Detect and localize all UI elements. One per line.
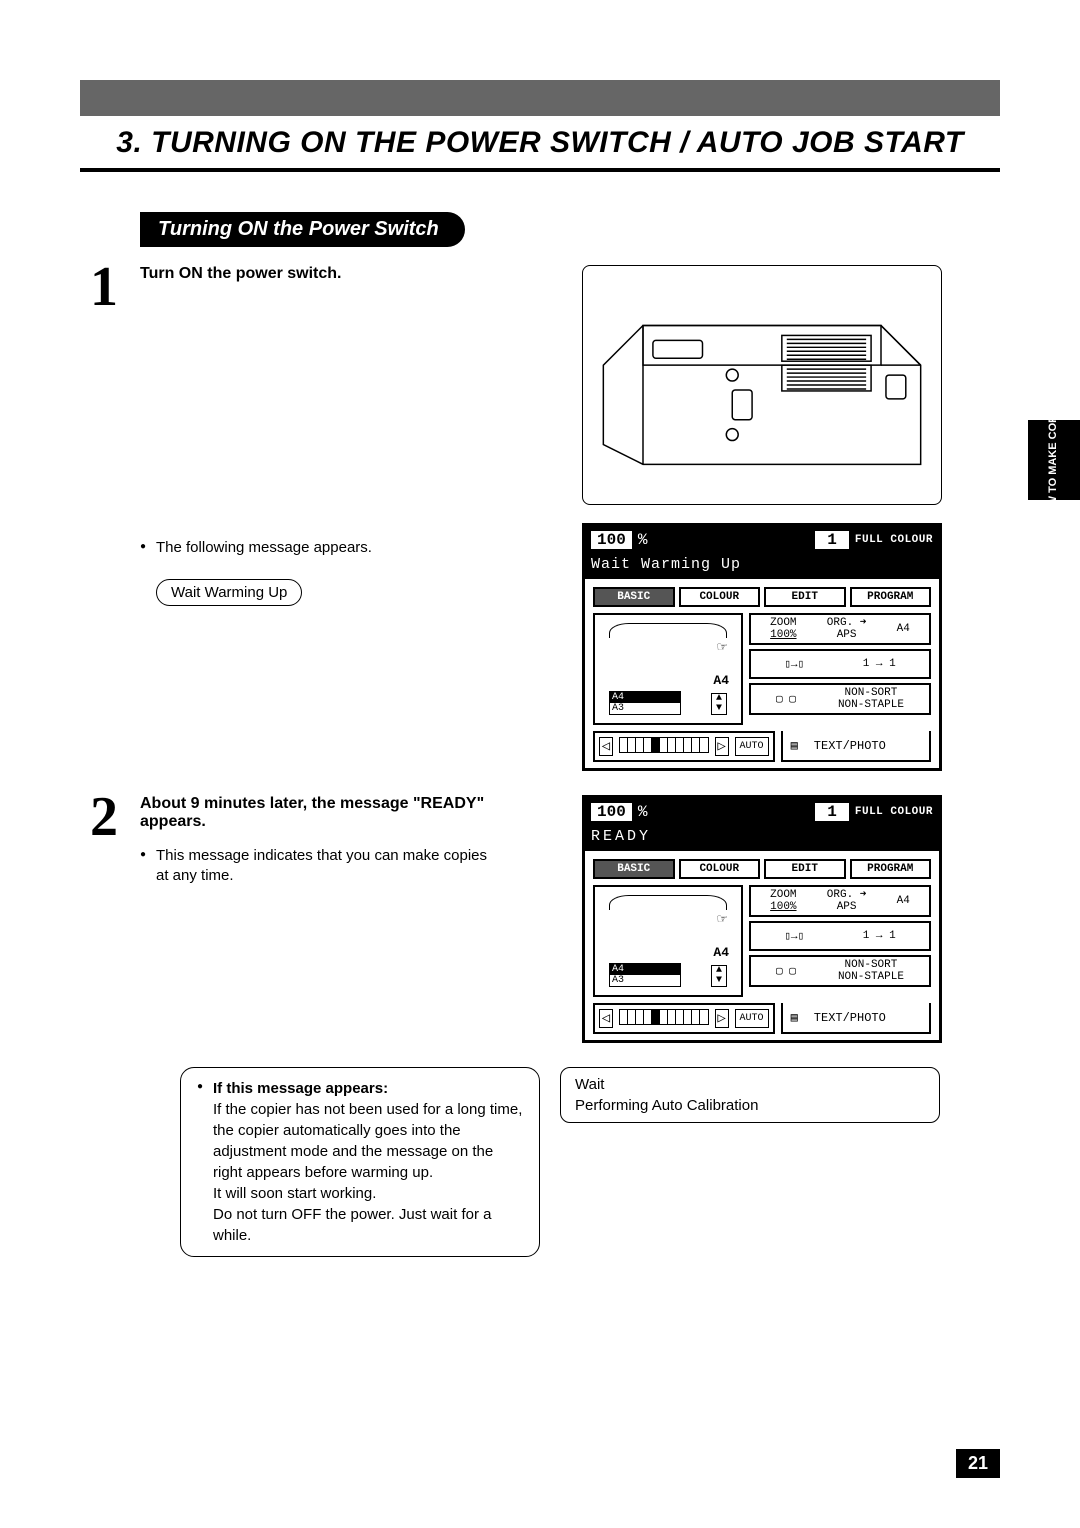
lcd-percent-sign-2: %: [638, 803, 648, 821]
lcd-a4-small: A4: [897, 623, 910, 635]
lcd-full-colour: FULL COLOUR: [855, 534, 933, 546]
lcd-percent-sign: %: [638, 531, 648, 549]
density-right-button[interactable]: ▷: [715, 737, 729, 756]
copier-illustration: [582, 265, 942, 505]
lcd-duplex-cell-2[interactable]: ▯→▯ 1 → 1: [749, 921, 931, 951]
lcd-preview-2: ☞ A4 A4 A3 ▲▼: [593, 885, 743, 997]
tray-out-icon-2: ▢ ▢: [776, 964, 796, 978]
lcd-copy-count-2: 1: [815, 803, 849, 821]
lcd-tab-program-2[interactable]: PROGRAM: [850, 859, 932, 879]
lcd-aps: APS: [837, 629, 857, 641]
lcd-textphoto[interactable]: TEXT/PHOTO: [814, 739, 886, 753]
chapter-title-text: TURNING ON THE POWER SWITCH / AUTO JOB S…: [151, 126, 964, 159]
lcd-tab-edit[interactable]: EDIT: [764, 587, 846, 607]
density-slider[interactable]: [619, 737, 709, 753]
lcd-tab-colour-2[interactable]: COLOUR: [679, 859, 761, 879]
lcd-tab-basic-2[interactable]: BASIC: [593, 859, 675, 879]
wait-calibration-box: Wait Performing Auto Calibration: [560, 1067, 940, 1123]
density-right-button-2[interactable]: ▷: [715, 1009, 729, 1028]
lcd-tab-basic[interactable]: BASIC: [593, 587, 675, 607]
step-1-heading: Turn ON the power switch.: [140, 265, 500, 283]
lcd-one-to-one-2: 1 → 1: [863, 930, 896, 942]
step-number-1: 1: [90, 259, 118, 315]
wait-line-1: Wait: [575, 1074, 925, 1095]
lcd-org-label-2: ORG. ➜: [827, 889, 867, 901]
lcd-a4-label: A4: [713, 673, 729, 688]
lcd-textphoto-2[interactable]: TEXT/PHOTO: [814, 1011, 886, 1025]
wait-warming-bubble: Wait Warming Up: [156, 579, 302, 606]
note-body-2: It will soon start working.: [213, 1183, 523, 1204]
lcd-zoom-100-2: 100%: [770, 901, 796, 913]
section-heading: Turning ON the Power Switch: [140, 212, 465, 247]
doc-mode-icon-2: ▤: [791, 1010, 798, 1025]
lcd-message-ready: READY: [585, 826, 939, 851]
note-box: If this message appears: If the copier h…: [180, 1067, 540, 1257]
lcd-nonstaple: NON-STAPLE: [838, 699, 904, 711]
lcd-tray-arrows: ▲▼: [711, 693, 727, 715]
density-left-button-2[interactable]: ◁: [599, 1009, 613, 1028]
lcd-zoom-label: ZOOM: [770, 617, 796, 629]
header-bar: [80, 80, 1000, 116]
lcd-nonsort-2: NON-SORT: [845, 959, 898, 971]
note-body-3: Do not turn OFF the power. Just wait for…: [213, 1204, 523, 1246]
lcd-tray-a3-2: A3: [609, 974, 681, 987]
page-icon: ▯→▯: [784, 657, 804, 671]
chapter-title: 3. TURNING ON THE POWER SWITCH / AUTO JO…: [80, 126, 1000, 160]
lcd-full-colour-2: FULL COLOUR: [855, 806, 933, 818]
lcd-zoom-100: 100%: [770, 629, 796, 641]
side-tab-text: HOW TO MAKE COPIES: [1048, 397, 1061, 522]
step-1-bullet: The following message appears.: [140, 538, 500, 558]
lcd-message-warming: Wait Warming Up: [585, 554, 939, 579]
hand-icon: ☞: [717, 637, 727, 657]
lcd-tray-arrows-2: ▲▼: [711, 965, 727, 987]
lcd-a4-label-2: A4: [713, 945, 729, 960]
tray-out-icon: ▢ ▢: [776, 692, 796, 706]
lcd-nonstaple-2: NON-STAPLE: [838, 971, 904, 983]
density-auto-button[interactable]: AUTO: [735, 737, 769, 756]
lcd-sort-cell-2[interactable]: ▢ ▢ NON-SORTNON-STAPLE: [749, 955, 931, 987]
note-heading: If this message appears:: [197, 1078, 523, 1099]
step-2-bullet: This message indicates that you can make…: [140, 846, 500, 887]
lcd-zoom-label-2: ZOOM: [770, 889, 796, 901]
lcd-zoom-org-cell[interactable]: ZOOM100% ORG. ➜APS A4: [749, 613, 931, 645]
hand-icon-2: ☞: [717, 909, 727, 929]
chapter-side-tab: HOW TO MAKE COPIES: [1028, 420, 1080, 500]
lcd-duplex-cell[interactable]: ▯→▯ 1 → 1: [749, 649, 931, 679]
lcd-panel-warming: 100 % 1 FULL COLOUR Wait Warming Up BASI…: [582, 523, 942, 771]
density-left-button[interactable]: ◁: [599, 737, 613, 756]
lcd-a4-small-2: A4: [897, 895, 910, 907]
lcd-nonsort: NON-SORT: [845, 687, 898, 699]
chapter-separator: [80, 168, 1000, 172]
lcd-tab-edit-2[interactable]: EDIT: [764, 859, 846, 879]
step-2-heading: About 9 minutes later, the message "READ…: [140, 795, 500, 831]
lcd-panel-ready: 100 % 1 FULL COLOUR READY BASIC COLOUR E…: [582, 795, 942, 1043]
density-auto-button-2[interactable]: AUTO: [735, 1009, 769, 1028]
density-slider-2[interactable]: [619, 1009, 709, 1025]
page-number: 21: [956, 1449, 1000, 1478]
lcd-aps-2: APS: [837, 901, 857, 913]
lcd-tray-a3: A3: [609, 702, 681, 715]
chapter-number: 3.: [116, 126, 142, 159]
wait-line-2: Performing Auto Calibration: [575, 1095, 925, 1116]
step-number-2: 2: [90, 789, 118, 845]
lcd-org-label: ORG. ➜: [827, 617, 867, 629]
note-body-1: If the copier has not been used for a lo…: [213, 1099, 523, 1183]
lcd-zoom-value-2: 100: [591, 803, 632, 821]
doc-mode-icon: ▤: [791, 738, 798, 753]
lcd-preview: ☞ A4 A4 A3 ▲▼: [593, 613, 743, 725]
lcd-tab-colour[interactable]: COLOUR: [679, 587, 761, 607]
lcd-zoom-value: 100: [591, 531, 632, 549]
lcd-one-to-one: 1 → 1: [863, 658, 896, 670]
lcd-zoom-org-cell-2[interactable]: ZOOM100% ORG. ➜APS A4: [749, 885, 931, 917]
page-icon-2: ▯→▯: [784, 929, 804, 943]
lcd-sort-cell[interactable]: ▢ ▢ NON-SORTNON-STAPLE: [749, 683, 931, 715]
lcd-tab-program[interactable]: PROGRAM: [850, 587, 932, 607]
lcd-copy-count: 1: [815, 531, 849, 549]
